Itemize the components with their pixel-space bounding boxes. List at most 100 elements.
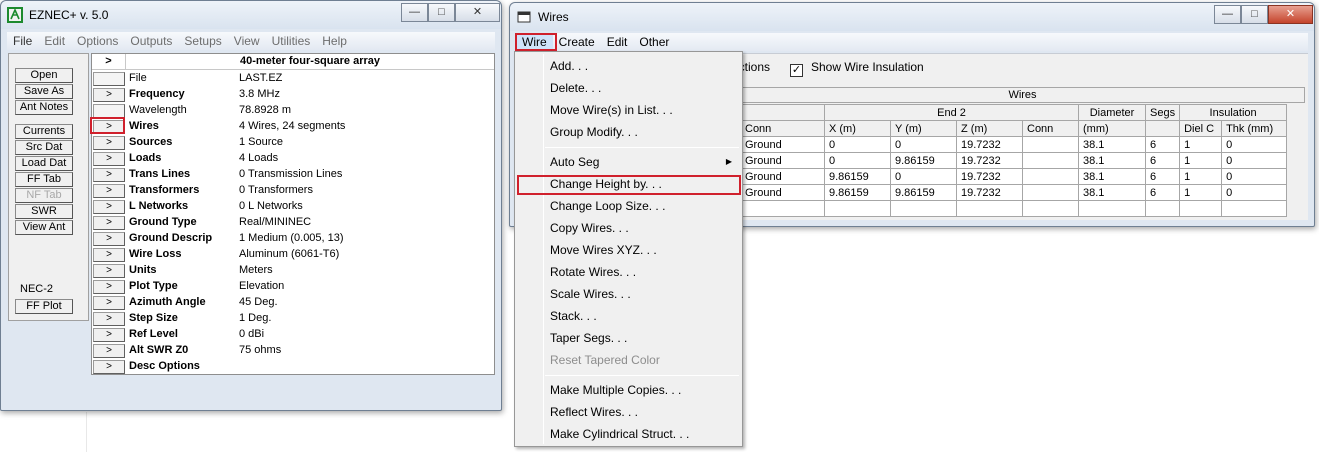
menu-item-scale-wires[interactable]: Scale Wires. . . [550,284,631,304]
table-cell[interactable]: 0 [1221,168,1288,185]
table-cell[interactable] [1022,168,1079,185]
swr-button[interactable]: SWR [15,204,73,219]
menu-outputs[interactable]: Outputs [124,32,178,50]
load-dat-button[interactable]: Load Dat [15,156,73,171]
table-cell[interactable] [1221,200,1288,217]
eznec-titlebar[interactable]: EZNEC+ v. 5.0 — □ ✕ [1,1,501,29]
table-cell[interactable] [1078,200,1146,217]
table-cell[interactable]: Ground [740,168,825,185]
title-arrow-button[interactable]: > [92,54,126,70]
menu-item-make-multiple-copies[interactable]: Make Multiple Copies. . . [550,380,681,400]
menu-edit[interactable]: Edit [38,32,71,50]
table-row[interactable]: Ground 9.86159 9.86159 19.7232 38.1 6 1 0 [740,184,1288,201]
table-cell[interactable]: 19.7232 [956,184,1023,201]
row-expand-button[interactable]: > [93,136,125,150]
table-cell[interactable]: 19.7232 [956,136,1023,153]
show-insulation-checkbox[interactable]: ✓ [790,60,808,77]
table-cell[interactable]: 38.1 [1078,168,1146,185]
ant-notes-button[interactable]: Ant Notes [15,100,73,115]
table-cell[interactable]: 19.7232 [956,152,1023,169]
table-cell[interactable]: 9.86159 [890,152,957,169]
menu-create[interactable]: Create [553,33,601,51]
menu-item-move-wires-xyz[interactable]: Move Wires XYZ. . . [550,240,657,260]
close-button[interactable]: ✕ [455,3,500,22]
row-expand-button[interactable]: > [93,248,125,262]
table-cell[interactable]: 6 [1144,184,1181,201]
row-expand-button[interactable]: > [93,88,125,102]
table-cell[interactable]: 0 [890,136,957,153]
table-cell[interactable]: 9.86159 [890,184,957,201]
view-ant-button[interactable]: View Ant [15,220,73,235]
table-cell[interactable] [890,200,957,217]
maximize-button[interactable]: □ [428,3,455,22]
open-button[interactable]: Open [15,68,73,83]
table-cell[interactable]: Ground [740,152,825,169]
menu-options[interactable]: Options [71,32,124,50]
table-cell[interactable]: 0 [1221,136,1288,153]
table-cell[interactable]: 0 [824,136,891,153]
row-expand-button[interactable]: > [93,360,125,374]
antenna-description[interactable]: 40-meter four-square array [126,54,494,69]
table-cell[interactable]: 0 [890,168,957,185]
ff-tab-button[interactable]: FF Tab [15,172,73,187]
table-cell[interactable]: 19.7232 [956,168,1023,185]
table-cell[interactable]: Ground [740,136,825,153]
menu-item-add[interactable]: Add. . . [550,56,588,76]
menu-setups[interactable]: Setups [178,32,227,50]
table-cell[interactable] [956,200,1023,217]
table-cell[interactable] [740,200,825,217]
menu-item-move-wire-s-in-list[interactable]: Move Wire(s) in List. . . [550,100,673,120]
menu-item-group-modify[interactable]: Group Modify. . . [550,122,638,142]
menu-help[interactable]: Help [316,32,353,50]
table-cell[interactable]: 0 [824,152,891,169]
save-as-button[interactable]: Save As [15,84,73,99]
table-cell[interactable]: 9.86159 [824,184,891,201]
table-cell[interactable]: 38.1 [1078,152,1146,169]
table-cell[interactable]: 1 [1179,152,1223,169]
menu-item-change-loop-size[interactable]: Change Loop Size. . . [550,196,665,216]
src-dat-button[interactable]: Src Dat [15,140,73,155]
row-expand-button[interactable]: > [93,312,125,326]
wires-titlebar[interactable]: Wires — □ ✕ [510,3,1314,31]
menu-item-reflect-wires[interactable]: Reflect Wires. . . [550,402,638,422]
table-cell[interactable]: 1 [1179,136,1223,153]
table-cell[interactable] [1022,152,1079,169]
table-cell[interactable]: 0 [1221,184,1288,201]
menu-edit[interactable]: Edit [601,33,634,51]
table-cell[interactable] [824,200,891,217]
table-row[interactable]: Ground 0 0 19.7232 38.1 6 1 0 [740,136,1288,153]
ff-plot-button[interactable]: FF Plot [15,299,73,314]
table-cell[interactable]: Ground [740,184,825,201]
close-button[interactable]: ✕ [1268,5,1313,24]
table-cell[interactable] [1022,184,1079,201]
table-row[interactable]: Ground 9.86159 0 19.7232 38.1 6 1 0 [740,168,1288,185]
menu-item-make-cylindrical-struct[interactable]: Make Cylindrical Struct. . . [550,424,689,444]
menu-item-taper-segs[interactable]: Taper Segs. . . [550,328,627,348]
table-cell[interactable]: 6 [1144,152,1181,169]
table-cell[interactable]: 1 [1179,184,1223,201]
menu-item-copy-wires[interactable]: Copy Wires. . . [550,218,629,238]
menu-item-stack[interactable]: Stack. . . [550,306,597,326]
row-expand-button[interactable]: > [93,344,125,358]
row-expand-button[interactable]: > [93,296,125,310]
row-expand-button[interactable]: > [93,328,125,342]
row-expand-button[interactable]: > [93,216,125,230]
menu-file[interactable]: File [7,32,38,50]
row-expand-button[interactable]: > [93,152,125,166]
table-cell[interactable] [1144,200,1181,217]
table-row[interactable]: Ground 0 9.86159 19.7232 38.1 6 1 0 [740,152,1288,169]
row-expand-button[interactable]: > [93,200,125,214]
table-cell[interactable]: 38.1 [1078,136,1146,153]
row-expand-button[interactable]: > [93,280,125,294]
table-row[interactable] [740,200,1288,217]
row-expand-button[interactable]: > [93,184,125,198]
menu-item-delete[interactable]: Delete. . . [550,78,601,98]
minimize-button[interactable]: — [1214,5,1241,24]
currents-button[interactable]: Currents [15,124,73,139]
menu-item-auto-seg[interactable]: Auto Seg [550,152,599,172]
menu-utilities[interactable]: Utilities [266,32,317,50]
row-expand-button[interactable]: > [93,168,125,182]
menu-other[interactable]: Other [633,33,675,51]
menu-view[interactable]: View [228,32,266,50]
table-cell[interactable] [1022,136,1079,153]
